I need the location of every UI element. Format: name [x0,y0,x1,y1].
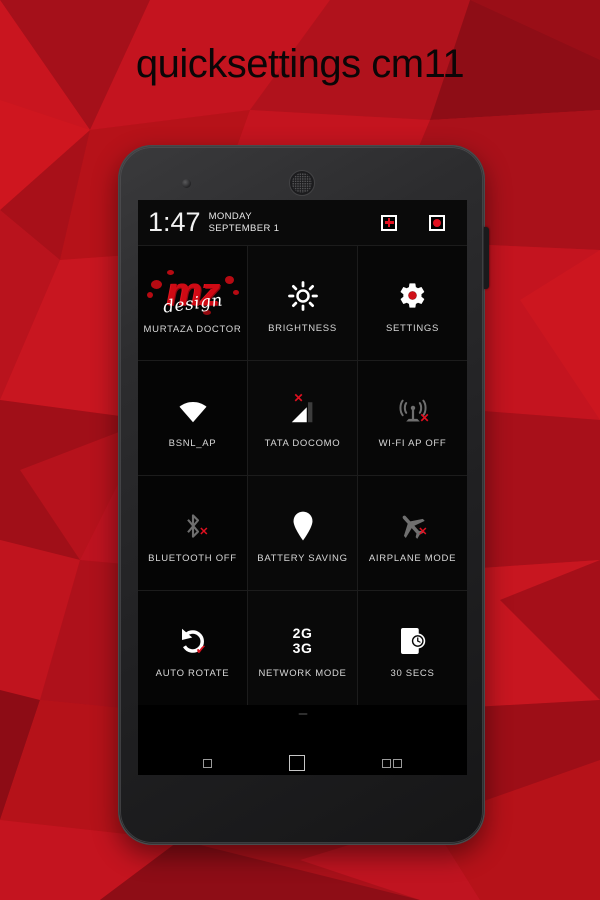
tile-screen-timeout[interactable]: 30 SECS [358,591,467,705]
off-x-badge: ✕ [418,525,428,538]
wifi-icon [178,388,208,434]
back-square-icon[interactable] [202,758,212,768]
brightness-sun-icon [287,273,318,319]
tile-settings[interactable]: SETTINGS [358,246,467,360]
tile-label: TATA DOCOMO [264,437,341,449]
panel-drag-area[interactable] [138,705,467,736]
tile-label: NETWORK MODE [258,667,347,679]
date-block: MONDAY SEPTEMBER 1 [209,211,280,233]
tile-airplane-mode[interactable]: ✕ AIRPLANE MODE [358,476,467,590]
network-2g3g-text: 2G 3G [293,618,313,664]
tile-label: BRIGHTNESS [268,322,337,334]
home-square-icon[interactable] [288,755,305,771]
tile-wifi[interactable]: BSNL_AP [138,361,247,475]
recents-square-right [393,758,403,768]
tile-bluetooth[interactable]: ✕ BLUETOOTH OFF [138,476,247,590]
tile-label: AIRPLANE MODE [368,552,457,564]
clock-time: 1:47 [148,207,201,237]
speaker-grille-icon [288,170,315,196]
screen-timeout-icon [399,618,427,664]
phone-screen: 1:47 MONDAY SEPTEMBER 1 mz design MURTAZ… [138,200,467,775]
tile-label: SETTINGS [385,322,440,334]
on-check-badge: ✔ [195,641,207,657]
tile-mobile-data[interactable]: ✕ TATA DOCOMO [248,361,357,475]
drag-handle[interactable] [298,713,307,715]
tile-label: BSNL_AP [168,437,217,449]
signal-bars-icon: ✕ [288,388,318,434]
tile-wifi-hotspot[interactable]: ✕ WI-FI AP OFF [358,361,467,475]
tile-label: BLUETOOTH OFF [148,552,237,564]
mz-design-logo: mz design [146,269,239,318]
statusbar-icons [381,214,457,231]
tile-auto-rotate[interactable]: ✔ AUTO ROTATE [138,591,247,705]
hotspot-tower-icon: ✕ [397,388,430,434]
record-indicator-icon[interactable] [429,214,445,231]
tile-profile[interactable]: mz design MURTAZA DOCTOR [138,246,247,360]
network-mode-bottom-text: 3G [292,639,313,656]
tile-network-mode[interactable]: 2G 3G NETWORK MODE [248,591,357,705]
statusbar: 1:47 MONDAY SEPTEMBER 1 [138,200,467,245]
phone-device: 1:47 MONDAY SEPTEMBER 1 mz design MURTAZ… [118,145,489,845]
navigation-bar [138,736,467,775]
airplane-icon: ✕ [397,503,429,549]
off-x-badge: ✕ [293,390,304,405]
status-date: SEPTEMBER 1 [208,222,280,234]
camera-icon [182,179,191,188]
tile-label: BATTERY SAVING [257,552,348,564]
tile-label: 30 SECS [390,667,435,679]
status-day: MONDAY [208,211,252,223]
tile-label: WI-FI AP OFF [378,437,447,449]
recents-double-square-icon[interactable] [382,758,403,768]
add-tile-icon[interactable] [381,214,397,231]
plus-glyph [384,218,394,227]
off-x-badge: ✕ [419,410,430,425]
dot-glyph [433,218,441,227]
network-mode-top-text: 2G [292,625,313,642]
tile-brightness[interactable]: BRIGHTNESS [248,246,357,360]
off-x-badge: ✕ [199,525,209,538]
tile-label: AUTO ROTATE [155,667,230,679]
page-title: quicksettings cm11 [135,42,465,86]
recents-square-left [382,758,392,768]
location-pin-icon [291,503,315,549]
settings-gear-icon [398,273,427,319]
bluetooth-icon: ✕ [179,503,209,549]
quicksettings-tile-grid: mz design MURTAZA DOCTOR BRIGHTNESS SETT… [138,245,467,705]
rotate-icon: ✔ [177,618,209,664]
power-button[interactable] [484,227,489,289]
tile-battery-saving[interactable]: BATTERY SAVING [248,476,357,590]
tile-label: MURTAZA DOCTOR [143,323,242,335]
